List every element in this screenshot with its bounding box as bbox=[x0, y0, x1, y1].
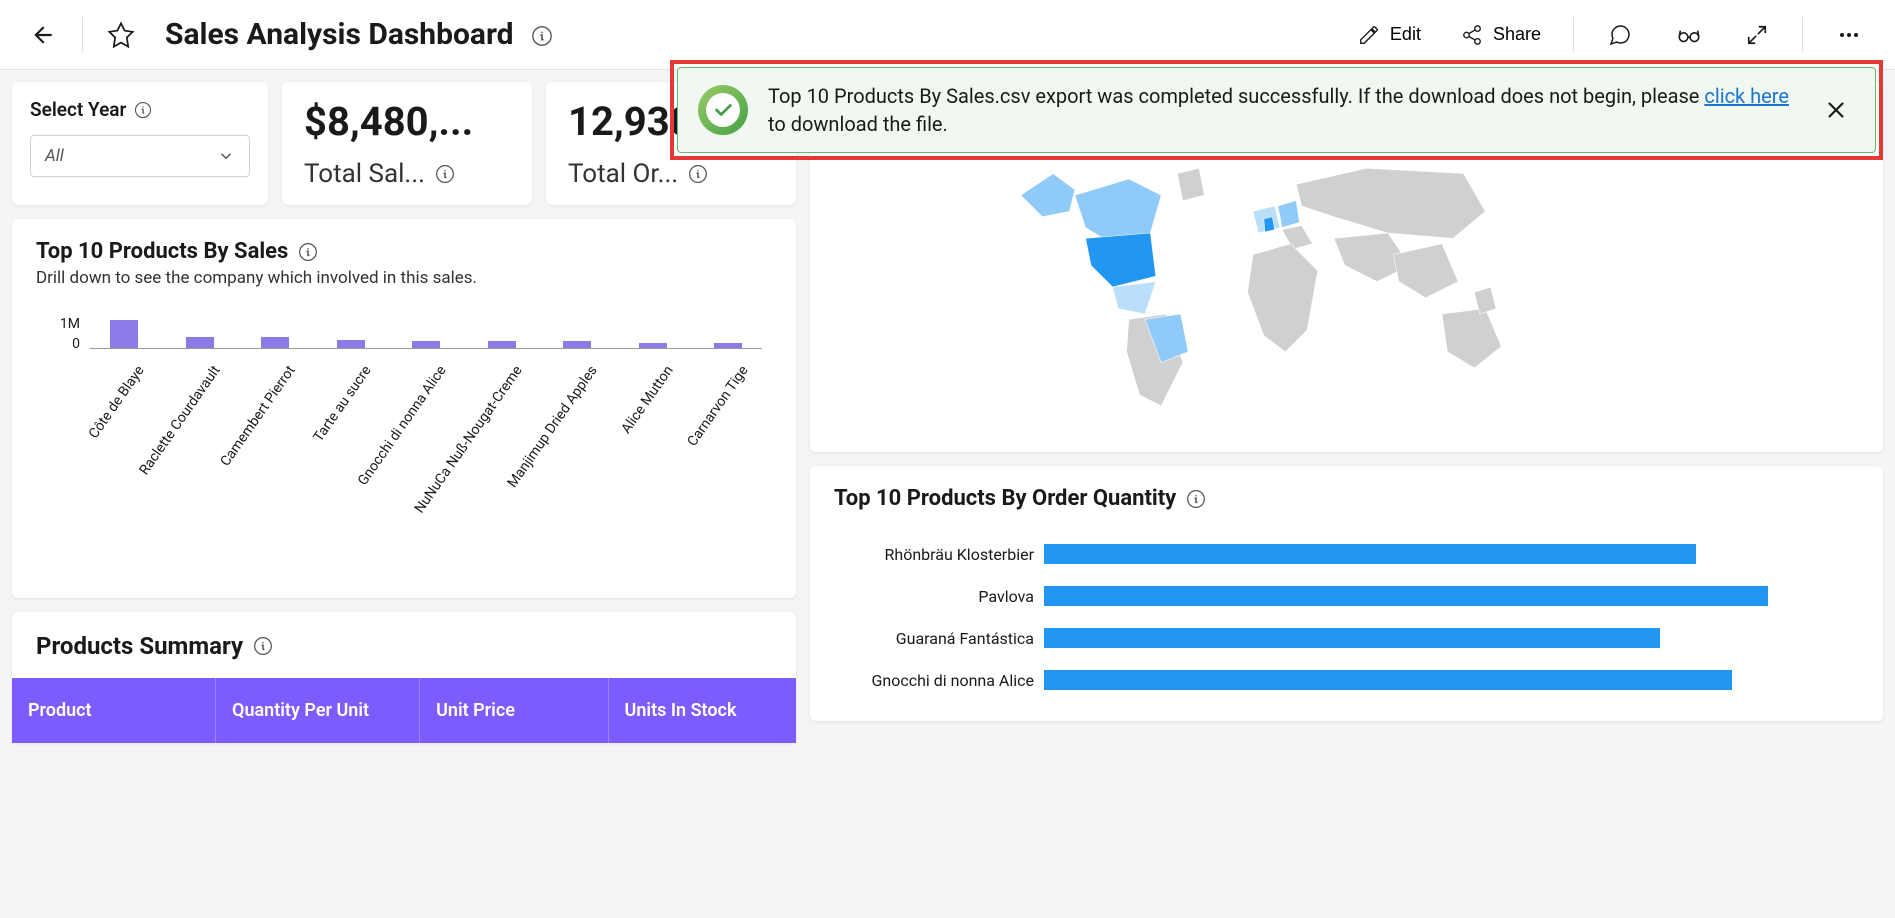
notification-close-button[interactable] bbox=[1817, 91, 1855, 129]
hbar[interactable] bbox=[1044, 544, 1696, 564]
arrow-left-icon bbox=[30, 22, 56, 48]
info-icon[interactable] bbox=[253, 636, 273, 656]
bar[interactable] bbox=[261, 337, 289, 348]
left-column: Select Year All $8,480,... Total Sal... … bbox=[12, 82, 796, 743]
info-icon[interactable] bbox=[531, 25, 553, 47]
table-header: Product Quantity Per Unit Unit Price Uni… bbox=[12, 678, 796, 743]
hbar-label: Guaraná Fantástica bbox=[834, 617, 1034, 659]
th-qty-per-unit[interactable]: Quantity Per Unit bbox=[216, 678, 420, 743]
hbar-chart-body: Rhönbräu KlosterbierPavlovaGuaraná Fantá… bbox=[834, 533, 1859, 701]
bar[interactable] bbox=[639, 343, 667, 348]
favorite-button[interactable] bbox=[103, 17, 139, 53]
export-notification: Top 10 Products By Sales.csv export was … bbox=[677, 67, 1876, 153]
bar[interactable] bbox=[563, 341, 591, 348]
summary-title: Products Summary bbox=[12, 632, 796, 678]
share-button[interactable]: Share bbox=[1453, 20, 1549, 50]
x-label: NuNuCa Nuß-Nougat-Creme bbox=[499, 358, 515, 381]
x-label: Gnocchi di nonna Alice bbox=[424, 358, 440, 381]
back-button[interactable] bbox=[24, 16, 62, 54]
bar-chart: 1M 0 Côte de BlayeRaclette CourdavaultCa… bbox=[36, 318, 772, 578]
chart-subtitle: Drill down to see the company which invo… bbox=[36, 268, 772, 288]
top-products-qty-card: Top 10 Products By Order Quantity Rhönbr… bbox=[810, 466, 1883, 721]
products-summary-card: Products Summary Product Quantity Per Un… bbox=[12, 612, 796, 743]
right-column: Top 10 Products By Order Quantity Rhönbr… bbox=[810, 82, 1883, 743]
bar[interactable] bbox=[488, 341, 516, 348]
chat-icon bbox=[1608, 23, 1632, 47]
page-title: Sales Analysis Dashboard bbox=[165, 17, 553, 52]
chevron-down-icon bbox=[217, 147, 235, 165]
th-product[interactable]: Product bbox=[12, 678, 216, 743]
info-icon[interactable] bbox=[298, 242, 318, 262]
header-right: Edit Share bbox=[1350, 16, 1871, 54]
top-products-sales-card: Top 10 Products By Sales Drill down to s… bbox=[12, 219, 796, 598]
star-icon bbox=[107, 21, 135, 49]
chart-title: Top 10 Products By Order Quantity bbox=[834, 486, 1859, 511]
kpi-label: Total Or... bbox=[568, 159, 774, 189]
info-icon[interactable] bbox=[1186, 489, 1206, 509]
header-left: Sales Analysis Dashboard bbox=[24, 16, 553, 54]
bar[interactable] bbox=[186, 337, 214, 348]
x-label: Manjimup Dried Apples bbox=[575, 358, 591, 381]
th-units-stock[interactable]: Units In Stock bbox=[609, 678, 796, 743]
bars-area: Côte de Blaye Raclette Courdavault Camembe… bbox=[90, 318, 762, 578]
info-icon[interactable] bbox=[435, 164, 455, 184]
divider bbox=[1802, 17, 1803, 53]
info-icon[interactable] bbox=[688, 164, 708, 184]
more-button[interactable] bbox=[1827, 17, 1871, 53]
info-icon[interactable] bbox=[134, 101, 152, 119]
chart-title: Top 10 Products By Sales bbox=[36, 239, 772, 264]
hbar[interactable] bbox=[1044, 628, 1660, 648]
kpi-label: Total Sal... bbox=[304, 159, 510, 189]
filter-label: Select Year bbox=[30, 98, 250, 121]
hbar-row bbox=[1044, 533, 1859, 575]
x-label: Tarte au sucre bbox=[348, 358, 364, 381]
x-label: Camembert Pierrot bbox=[273, 358, 289, 381]
divider bbox=[1573, 17, 1574, 53]
hbar-row bbox=[1044, 659, 1859, 701]
bar[interactable] bbox=[337, 340, 365, 348]
edit-button[interactable]: Edit bbox=[1350, 20, 1429, 50]
notification-border: Top 10 Products By Sales.csv export was … bbox=[670, 60, 1883, 160]
total-sales-kpi: $8,480,... Total Sal... bbox=[282, 82, 532, 205]
view-mode-button[interactable] bbox=[1666, 16, 1712, 54]
bar[interactable] bbox=[714, 343, 742, 348]
expand-icon bbox=[1746, 24, 1768, 46]
notification-highlight: Top 10 Products By Sales.csv export was … bbox=[670, 60, 1883, 160]
bar[interactable] bbox=[412, 341, 440, 348]
x-label: Alice Mutton bbox=[650, 358, 666, 381]
notification-text: Top 10 Products By Sales.csv export was … bbox=[768, 82, 1797, 138]
comments-button[interactable] bbox=[1598, 17, 1642, 53]
download-link[interactable]: click here bbox=[1704, 84, 1789, 108]
hbar-label: Rhönbräu Klosterbier bbox=[834, 533, 1034, 575]
hbar[interactable] bbox=[1044, 586, 1768, 606]
dashboard-content: Select Year All $8,480,... Total Sal... … bbox=[0, 70, 1895, 755]
hbar-label: Pavlova bbox=[834, 575, 1034, 617]
glasses-icon bbox=[1676, 22, 1702, 48]
success-icon bbox=[698, 85, 748, 135]
x-label: Côte de Blaye bbox=[122, 358, 138, 381]
kpi-value: $8,480,... bbox=[304, 98, 510, 145]
hbar-row bbox=[1044, 575, 1859, 617]
x-label: Raclette Courdavault bbox=[197, 358, 213, 381]
th-unit-price[interactable]: Unit Price bbox=[420, 678, 608, 743]
hbar-row bbox=[1044, 617, 1859, 659]
x-label: Carnarvon Tige bbox=[726, 358, 742, 381]
hbar[interactable] bbox=[1044, 670, 1732, 690]
year-filter-card: Select Year All bbox=[12, 82, 268, 205]
share-icon bbox=[1461, 24, 1483, 46]
world-map[interactable] bbox=[1010, 152, 1550, 454]
close-icon bbox=[1823, 97, 1849, 123]
year-select[interactable]: All bbox=[30, 135, 250, 177]
more-icon bbox=[1837, 23, 1861, 47]
fullscreen-button[interactable] bbox=[1736, 18, 1778, 52]
pencil-icon bbox=[1358, 24, 1380, 46]
divider bbox=[82, 17, 83, 53]
bar[interactable] bbox=[110, 320, 138, 349]
hbar-label: Gnocchi di nonna Alice bbox=[834, 659, 1034, 701]
